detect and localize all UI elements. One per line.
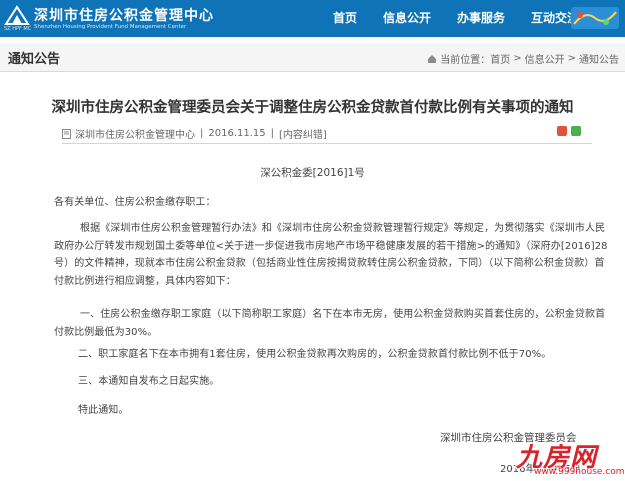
paragraph-3: 二、职工家庭名下在本市拥有1套住房，使用公积金贷款再次购房的，公积金贷款首付款比… [78, 349, 552, 360]
main-nav: 首页 信息公开 办事服务 互动交流 [321, 0, 592, 37]
article-meta: 深圳市住房公积金管理中心 | 2016.11.15 | [内容纠错] [62, 126, 327, 141]
paragraph-2: 一、住房公积金缴存职工家庭（以下简称职工家庭）名下在本市无房，使用公积金贷款购买… [54, 309, 606, 338]
weibo-share-icon[interactable] [557, 126, 567, 136]
breadcrumb-separator: > [513, 53, 522, 64]
paragraph-5: 特此通知。 [78, 405, 129, 416]
breadcrumb-home[interactable]: 首页 [490, 51, 510, 66]
document-icon [62, 128, 71, 139]
wechat-share-icon[interactable] [571, 126, 581, 136]
breadcrumb: 当前位置： 首页 > 信息公开 > 通知公告 [427, 51, 619, 66]
site-subtitle: Shenzhen Housing Provident Fund Manageme… [34, 24, 187, 30]
breadcrumb-info-public[interactable]: 信息公开 [525, 51, 565, 66]
correction-link[interactable]: [内容纠错] [279, 126, 327, 141]
section-bar: 通知公告 当前位置： 首页 > 信息公开 > 通知公告 [0, 43, 625, 72]
article-source: 深圳市住房公积金管理中心 [75, 130, 195, 141]
home-icon [428, 54, 437, 63]
section-title: 通知公告 [8, 52, 61, 67]
paragraph-4: 三、本通知自发布之日起实施。 [78, 376, 220, 387]
article-title: 深圳市住房公积金管理委员会关于调整住房公积金贷款首付款比例有关事项的通知 [51, 100, 574, 116]
nav-services[interactable]: 办事服务 [444, 0, 518, 37]
watermark-url: www.999house.com [534, 467, 625, 477]
share-tools [557, 126, 581, 136]
breadcrumb-separator: > [567, 53, 576, 64]
emblem-text: SZ HPF MC [4, 26, 32, 32]
breadcrumb-prefix: 当前位置： [440, 55, 491, 66]
document-number: 深公积金委[2016]1号 [260, 167, 365, 179]
watermark: 九房网 www.999house.com [498, 437, 625, 481]
site-header: SZ HPF MC 深圳市住房公积金管理中心 Shenzhen Housing … [0, 0, 625, 37]
site-logo[interactable]: SZ HPF MC 深圳市住房公积金管理中心 Shenzhen Housing … [4, 2, 224, 35]
article-date: 2016.11.15 [208, 128, 266, 139]
site-title: 深圳市住房公积金管理中心 [34, 8, 214, 24]
nav-info-public[interactable]: 信息公开 [370, 0, 444, 37]
paragraph-1: 根据《深圳市住房公积金管理暂行办法》和《深圳市住房公积金贷款管理暂行规定》等规定… [54, 223, 608, 287]
divider [62, 143, 592, 144]
campaign-badge-icon[interactable] [570, 4, 620, 32]
breadcrumb-notices[interactable]: 通知公告 [579, 51, 619, 66]
nav-home[interactable]: 首页 [321, 0, 370, 37]
salutation: 各有关单位、住房公积金缴存职工： [54, 197, 216, 208]
emblem-icon [4, 5, 30, 25]
